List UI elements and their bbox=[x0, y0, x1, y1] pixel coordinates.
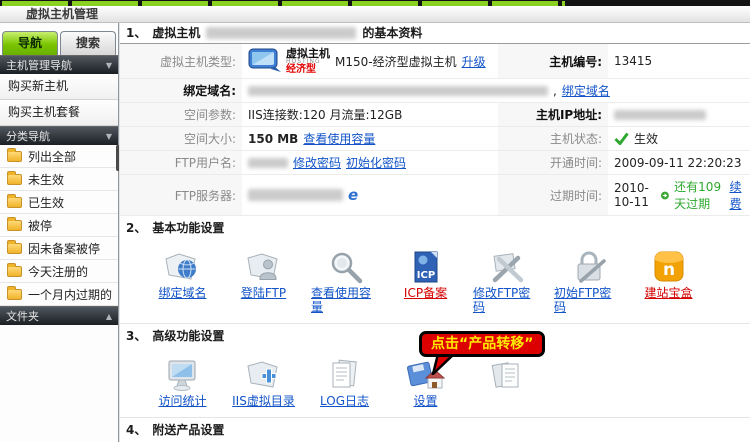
sidebar-item-buy-new-host[interactable]: 购买新主机 bbox=[0, 74, 118, 100]
expire-label: 过期时间: bbox=[498, 175, 608, 216]
chevron-down-icon: ▼ bbox=[106, 61, 112, 70]
sidebar-item-stopped-no-icp[interactable]: 因未备案被停 bbox=[0, 237, 118, 260]
ftp-server-value: e bbox=[242, 175, 498, 216]
sidebar-item-expiring-in-month[interactable]: 一个月内过期的 bbox=[0, 283, 118, 306]
sidebar-item-registered-today[interactable]: 今天注册的 bbox=[0, 260, 118, 283]
top-tab-strip bbox=[0, 0, 750, 6]
hosting-type-icon: 虚拟主机 HOSTING 经济型 bbox=[248, 47, 330, 75]
host-type-value: 虚拟主机 HOSTING 经济型 M150-经济型虚拟主机 升级 bbox=[242, 44, 498, 79]
folder-user-icon bbox=[243, 250, 283, 284]
func-login-ftp[interactable]: 登陆FTP bbox=[223, 246, 304, 318]
domain-value: , 绑定域名 bbox=[242, 79, 750, 103]
redacted-ip bbox=[614, 110, 706, 120]
host-id-label: 主机编号: bbox=[498, 44, 608, 79]
view-usage-link[interactable]: 查看使用容量 bbox=[303, 130, 375, 147]
monitor-stats-icon bbox=[162, 358, 202, 392]
bind-domain-link[interactable]: 绑定域名 bbox=[562, 82, 610, 99]
func-visit-stats[interactable]: 访问统计 bbox=[142, 354, 223, 412]
folder-plus-icon bbox=[243, 358, 283, 392]
space-size-label: 空间大小: bbox=[120, 127, 242, 151]
expire-value: 2010-10-11 还有109天过期 续费 bbox=[608, 175, 750, 216]
svg-text:n: n bbox=[663, 260, 675, 280]
basic-functions-row: 绑定域名 登陆FTP 查看使用容量 bbox=[120, 238, 750, 324]
icp-document-icon: ICP bbox=[406, 250, 446, 284]
section2-title: 2、 基本功能设置 bbox=[120, 216, 750, 238]
lock-icon bbox=[568, 250, 608, 284]
sidebar-tabs: 导航 搜索 bbox=[0, 23, 118, 55]
green-tabs-strip bbox=[2, 1, 565, 6]
folder-icon bbox=[7, 266, 22, 277]
host-type-label: 虚拟主机类型: bbox=[120, 44, 242, 79]
redacted-ftp-server bbox=[248, 189, 343, 201]
tools-icon bbox=[487, 250, 527, 284]
ip-label: 主机IP地址: bbox=[498, 103, 608, 127]
chevron-down-icon: ▼ bbox=[106, 132, 112, 141]
sitebox-n-icon: n bbox=[648, 250, 688, 284]
folder-icon bbox=[7, 220, 22, 231]
section-header-folders[interactable]: 文件夹 ▲ bbox=[0, 306, 118, 325]
domain-label: 绑定域名: bbox=[120, 79, 242, 103]
func-files[interactable] bbox=[466, 354, 547, 412]
func-init-ftp-password[interactable]: 初始FTP密码 bbox=[547, 246, 628, 318]
upgrade-link[interactable]: 升级 bbox=[462, 53, 486, 70]
space-param-label: 空间参数: bbox=[120, 103, 242, 127]
sidebar-item-list-all[interactable]: 列出全部 bbox=[0, 145, 118, 168]
folder-icon bbox=[7, 174, 22, 185]
ip-value bbox=[608, 103, 750, 127]
status-value: 生效 bbox=[608, 127, 750, 151]
days-left-note: 还有109天过期 bbox=[674, 178, 724, 212]
section1-title: 1、 虚拟主机 的基本资料 bbox=[120, 23, 750, 44]
pages-icon bbox=[487, 358, 527, 392]
sidebar-item-not-active[interactable]: 未生效 bbox=[0, 168, 118, 191]
check-icon bbox=[614, 132, 629, 145]
sidebar-item-stopped[interactable]: 被停 bbox=[0, 214, 118, 237]
main-content: 1、 虚拟主机 的基本资料 虚拟主机类型: 虚拟主机 bbox=[119, 23, 750, 442]
func-change-ftp-password[interactable]: 修改FTP密码 bbox=[466, 246, 547, 318]
open-time-value: 2009-09-11 22:20:23 bbox=[608, 151, 750, 175]
init-password-link[interactable]: 初始化密码 bbox=[346, 154, 406, 171]
func-log[interactable]: LOG日志 bbox=[304, 354, 385, 412]
redacted-domain bbox=[248, 86, 548, 96]
sidebar-item-buy-host-package[interactable]: 购买主机套餐 bbox=[0, 100, 118, 126]
section-header-host-management[interactable]: 主机管理导航 ▼ bbox=[0, 55, 118, 74]
ftp-server-label: FTP服务器: bbox=[120, 175, 242, 216]
folder-icon bbox=[7, 197, 22, 208]
ftp-user-label: FTP用户名: bbox=[120, 151, 242, 175]
tab-navigation[interactable]: 导航 bbox=[2, 31, 58, 55]
status-label: 主机状态: bbox=[498, 127, 608, 151]
magnifier-icon bbox=[325, 250, 365, 284]
func-view-usage[interactable]: 查看使用容量 bbox=[304, 246, 385, 318]
change-password-link[interactable]: 修改密码 bbox=[293, 154, 341, 171]
section4-title: 4、 附送产品设置 bbox=[120, 418, 750, 440]
host-id-value: 13415 bbox=[608, 44, 750, 79]
func-iis-virtual-dir[interactable]: IIS虚拟目录 bbox=[223, 354, 304, 412]
space-size-value: 150 MB 查看使用容量 bbox=[242, 127, 498, 151]
folder-globe-icon bbox=[162, 250, 202, 284]
folder-icon bbox=[7, 151, 22, 162]
internet-explorer-icon[interactable]: e bbox=[348, 188, 358, 203]
page-title: 虚拟主机管理 bbox=[0, 6, 750, 23]
section-header-category-nav[interactable]: 分类导航 ▼ bbox=[0, 126, 118, 145]
space-param-value: IIS连接数:120 月流量:12GB bbox=[242, 103, 498, 127]
func-sitebox[interactable]: n 建站宝盒 bbox=[628, 246, 709, 318]
ftp-user-value: 修改密码 初始化密码 bbox=[242, 151, 498, 175]
open-time-label: 开通时间: bbox=[498, 151, 608, 175]
tab-search[interactable]: 搜索 bbox=[60, 31, 116, 55]
func-icp-record[interactable]: ICP ICP备案 bbox=[385, 246, 466, 318]
sidebar: 导航 搜索 主机管理导航 ▼ 购买新主机 购买主机套餐 分类导航 ▼ 列出全部 … bbox=[0, 23, 119, 442]
sidebar-item-active[interactable]: 已生效 bbox=[0, 191, 118, 214]
folder-icon bbox=[7, 289, 22, 300]
redacted-ftp-user bbox=[248, 158, 288, 168]
monitor-icon bbox=[248, 47, 282, 75]
green-arrow-icon bbox=[661, 189, 669, 202]
host-info-table: 虚拟主机类型: 虚拟主机 HOSTING 经济型 M150-经济型虚拟 bbox=[120, 44, 750, 216]
callout-bubble: 点击“产品转移” bbox=[419, 331, 545, 357]
folder-icon bbox=[7, 243, 22, 254]
func-bind-domain[interactable]: 绑定域名 bbox=[142, 246, 223, 318]
renew-link[interactable]: 续费 bbox=[729, 178, 744, 212]
redacted-host-name bbox=[206, 27, 356, 39]
chevron-up-icon: ▲ bbox=[106, 312, 112, 321]
svg-text:ICP: ICP bbox=[416, 270, 434, 281]
log-pages-icon bbox=[324, 358, 364, 392]
